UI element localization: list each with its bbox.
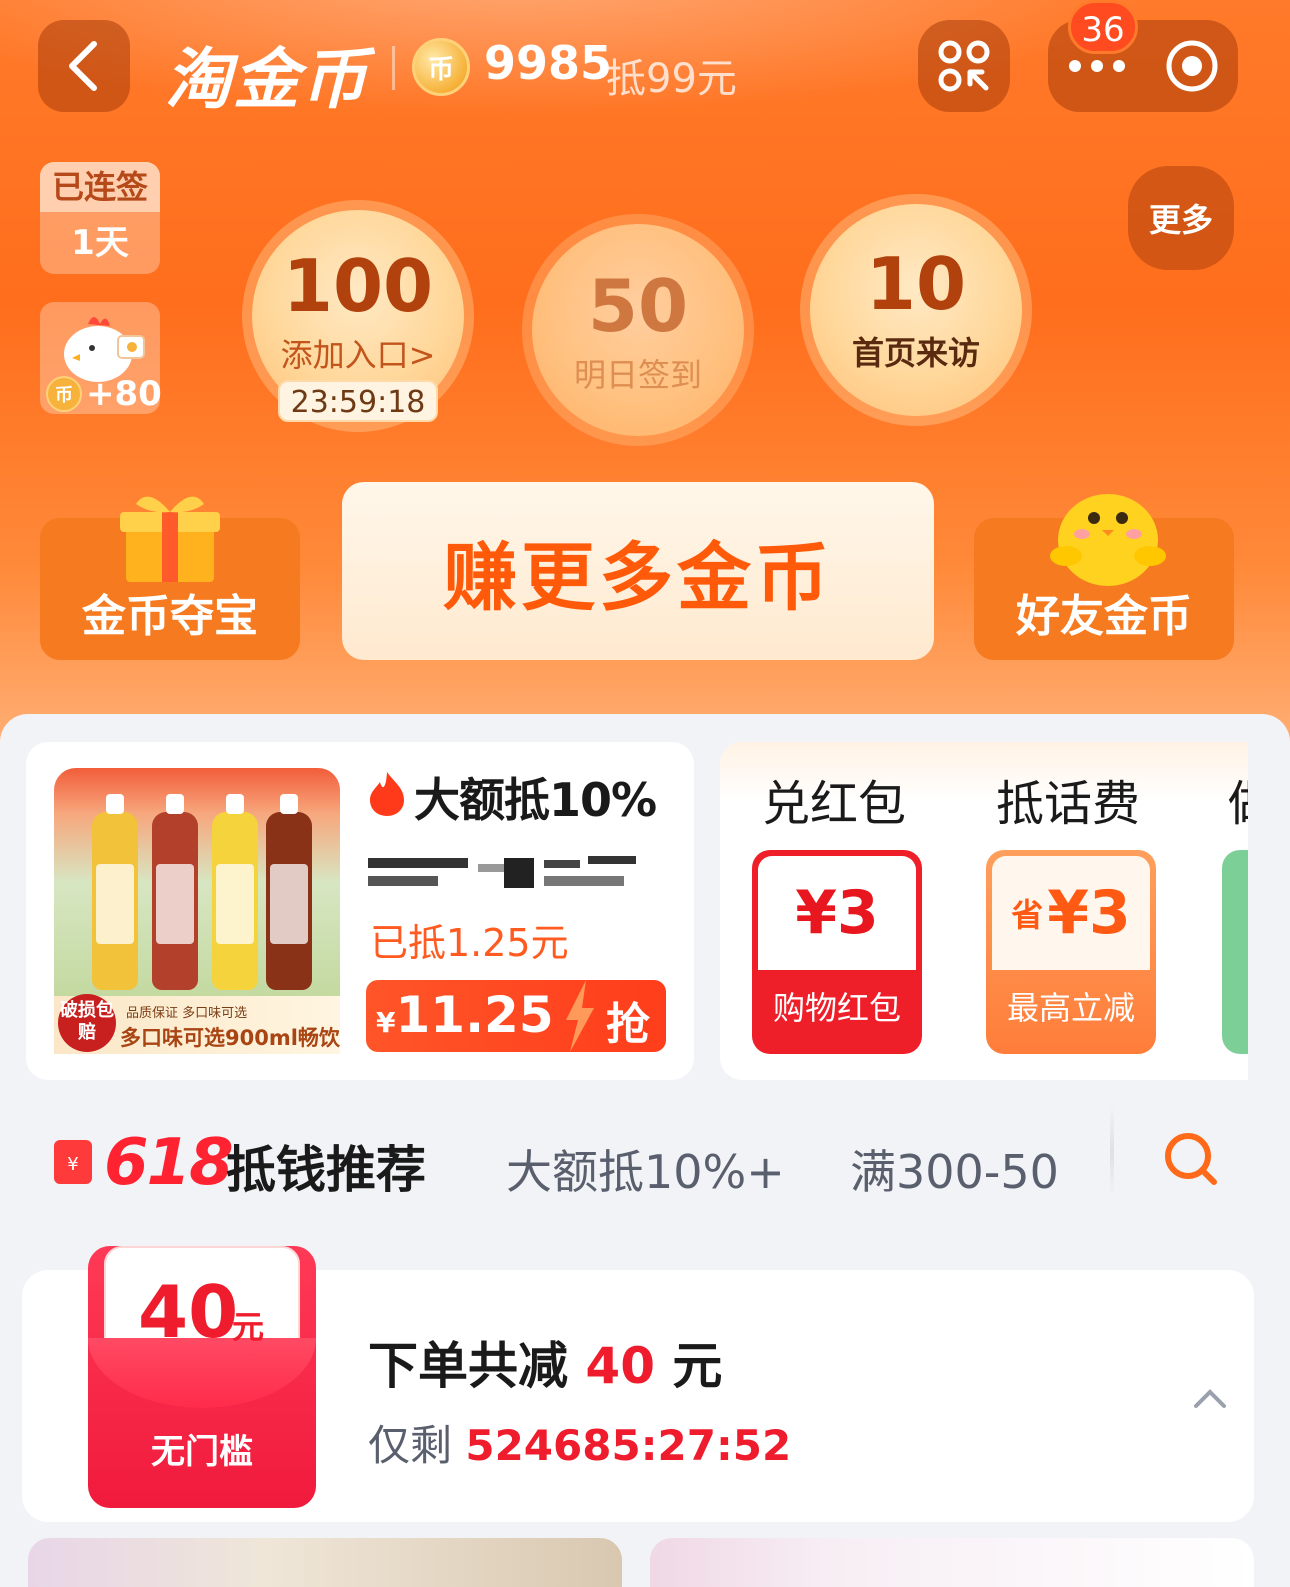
coupon-title-amount: 40 [585, 1337, 656, 1395]
coupon-remaining: 仅剩 524685:27:52 [368, 1412, 791, 1473]
next-product-card[interactable] [650, 1538, 1254, 1587]
tile-prefix: 省 [1011, 896, 1044, 934]
chevron-left-icon [69, 41, 97, 91]
chevron-up-icon[interactable] [1190, 1382, 1230, 1412]
lightning-icon [566, 980, 594, 1052]
618-logo: 618 [104, 1126, 234, 1200]
flame-icon [370, 772, 404, 816]
bubble-value: 10 [865, 242, 967, 326]
message-count-badge: 36 [1068, 0, 1138, 54]
reward-header-phone-bill[interactable]: 抵话费 [996, 764, 1140, 834]
tile-label: 购物红包 [772, 989, 901, 1027]
bubble-label: 明日签到 [573, 356, 702, 394]
deal-title: 大额抵10% [414, 773, 657, 827]
more-button[interactable]: 更多 [1128, 166, 1234, 270]
back-button[interactable] [38, 20, 130, 112]
reward-header-redpacket[interactable]: 兑红包 [762, 764, 906, 834]
grab-price: ¥11.25 [376, 986, 554, 1044]
coupon-unit: 元 [232, 1308, 265, 1346]
partial-tile[interactable] [1222, 850, 1248, 1054]
guarantee-badge: 破损包赔 [58, 994, 116, 1052]
bubble-label: 首页来访 [851, 334, 980, 372]
close-miniprogram-icon[interactable] [1164, 38, 1220, 94]
max-discount-tile[interactable]: 省 ¥3 最高立减 [986, 850, 1156, 1054]
search-icon[interactable] [1160, 1128, 1220, 1188]
redpacket-icon: ¥ [54, 1140, 92, 1184]
streak-days: 1天 [71, 223, 129, 263]
coin-bubble-tomorrow: 50 明日签到 [532, 224, 744, 436]
bottle-red [152, 794, 198, 990]
bottle-yellow [212, 794, 258, 990]
chick-mascot-icon [1050, 494, 1166, 586]
streak-label: 已连签 [40, 162, 160, 212]
title-divider [392, 46, 395, 90]
treasure-label: 金币夺宝 [82, 591, 258, 642]
coin-icon: 币 [412, 38, 470, 96]
coupon-title-prefix: 下单共减 [368, 1337, 586, 1395]
page-title: 淘金币 [165, 41, 369, 118]
grab-label: 抢 [606, 999, 650, 1050]
tile-value-wrap: 省 ¥3 [992, 856, 1150, 970]
remain-timer: 524685:27:52 [465, 1421, 792, 1470]
chicken-icon [64, 317, 145, 382]
earn-more-coins-button[interactable]: 赚更多金币 [342, 482, 934, 660]
coupon-value: 40 [138, 1270, 239, 1354]
recommend-title: 抵钱推荐 [226, 1141, 426, 1199]
tile-value: ¥3 [758, 856, 916, 970]
coupon-threshold: 无门槛 [151, 1432, 253, 1472]
remain-prefix: 仅剩 [368, 1421, 466, 1470]
coin-balance: 9985 [484, 36, 613, 90]
bonus-amount: 币 +80 [46, 374, 162, 414]
flavor-note: 多口味可选900ml畅饮 [120, 1026, 340, 1050]
scan-icon [938, 40, 990, 92]
coupon-title: 下单共减 40 元 [368, 1326, 722, 1398]
bubble-label: 添加入口> [280, 336, 436, 374]
bonus-amount-text: +80 [86, 374, 162, 414]
scan-button[interactable] [918, 20, 1010, 112]
filter-tab-large-discount[interactable]: 大额抵10%+ [506, 1136, 785, 1202]
price-symbol: ¥ [376, 1006, 396, 1039]
tile-value: ¥3 [1047, 878, 1131, 948]
coin-bubble-home-visit[interactable]: 10 首页来访 [810, 204, 1022, 416]
filter-divider [1110, 1106, 1114, 1196]
sign-streak-card: 已连签 1天 [40, 162, 160, 274]
filter-tab-300-50[interactable]: 满300-50 [850, 1136, 1059, 1202]
bubble-value: 50 [587, 264, 689, 348]
redacted-product-name [368, 856, 636, 888]
more-dots-icon[interactable] [1067, 56, 1127, 76]
next-product-card[interactable] [28, 1538, 622, 1587]
bubble-value: 100 [282, 244, 434, 328]
bottle-yellow [92, 794, 138, 990]
coupon-title-suffix: 元 [655, 1337, 723, 1395]
bubble-countdown: 23:59:18 [278, 380, 438, 422]
quality-tag: 品质保证 多口味可选 [126, 1006, 248, 1021]
reward-header-partial[interactable]: 做 [1228, 764, 1248, 834]
shopping-redpacket-tile[interactable]: ¥3 购物红包 [752, 850, 922, 1054]
tile-label: 最高立减 [1006, 989, 1135, 1027]
mini-coin-icon: 币 [46, 376, 82, 412]
bottle-brown [266, 794, 312, 990]
gift-icon [120, 496, 220, 582]
price-value: 11.25 [395, 986, 554, 1044]
deducted-amount: 已抵1.25元 [370, 921, 569, 965]
coin-worth: 抵99元 [606, 56, 737, 102]
